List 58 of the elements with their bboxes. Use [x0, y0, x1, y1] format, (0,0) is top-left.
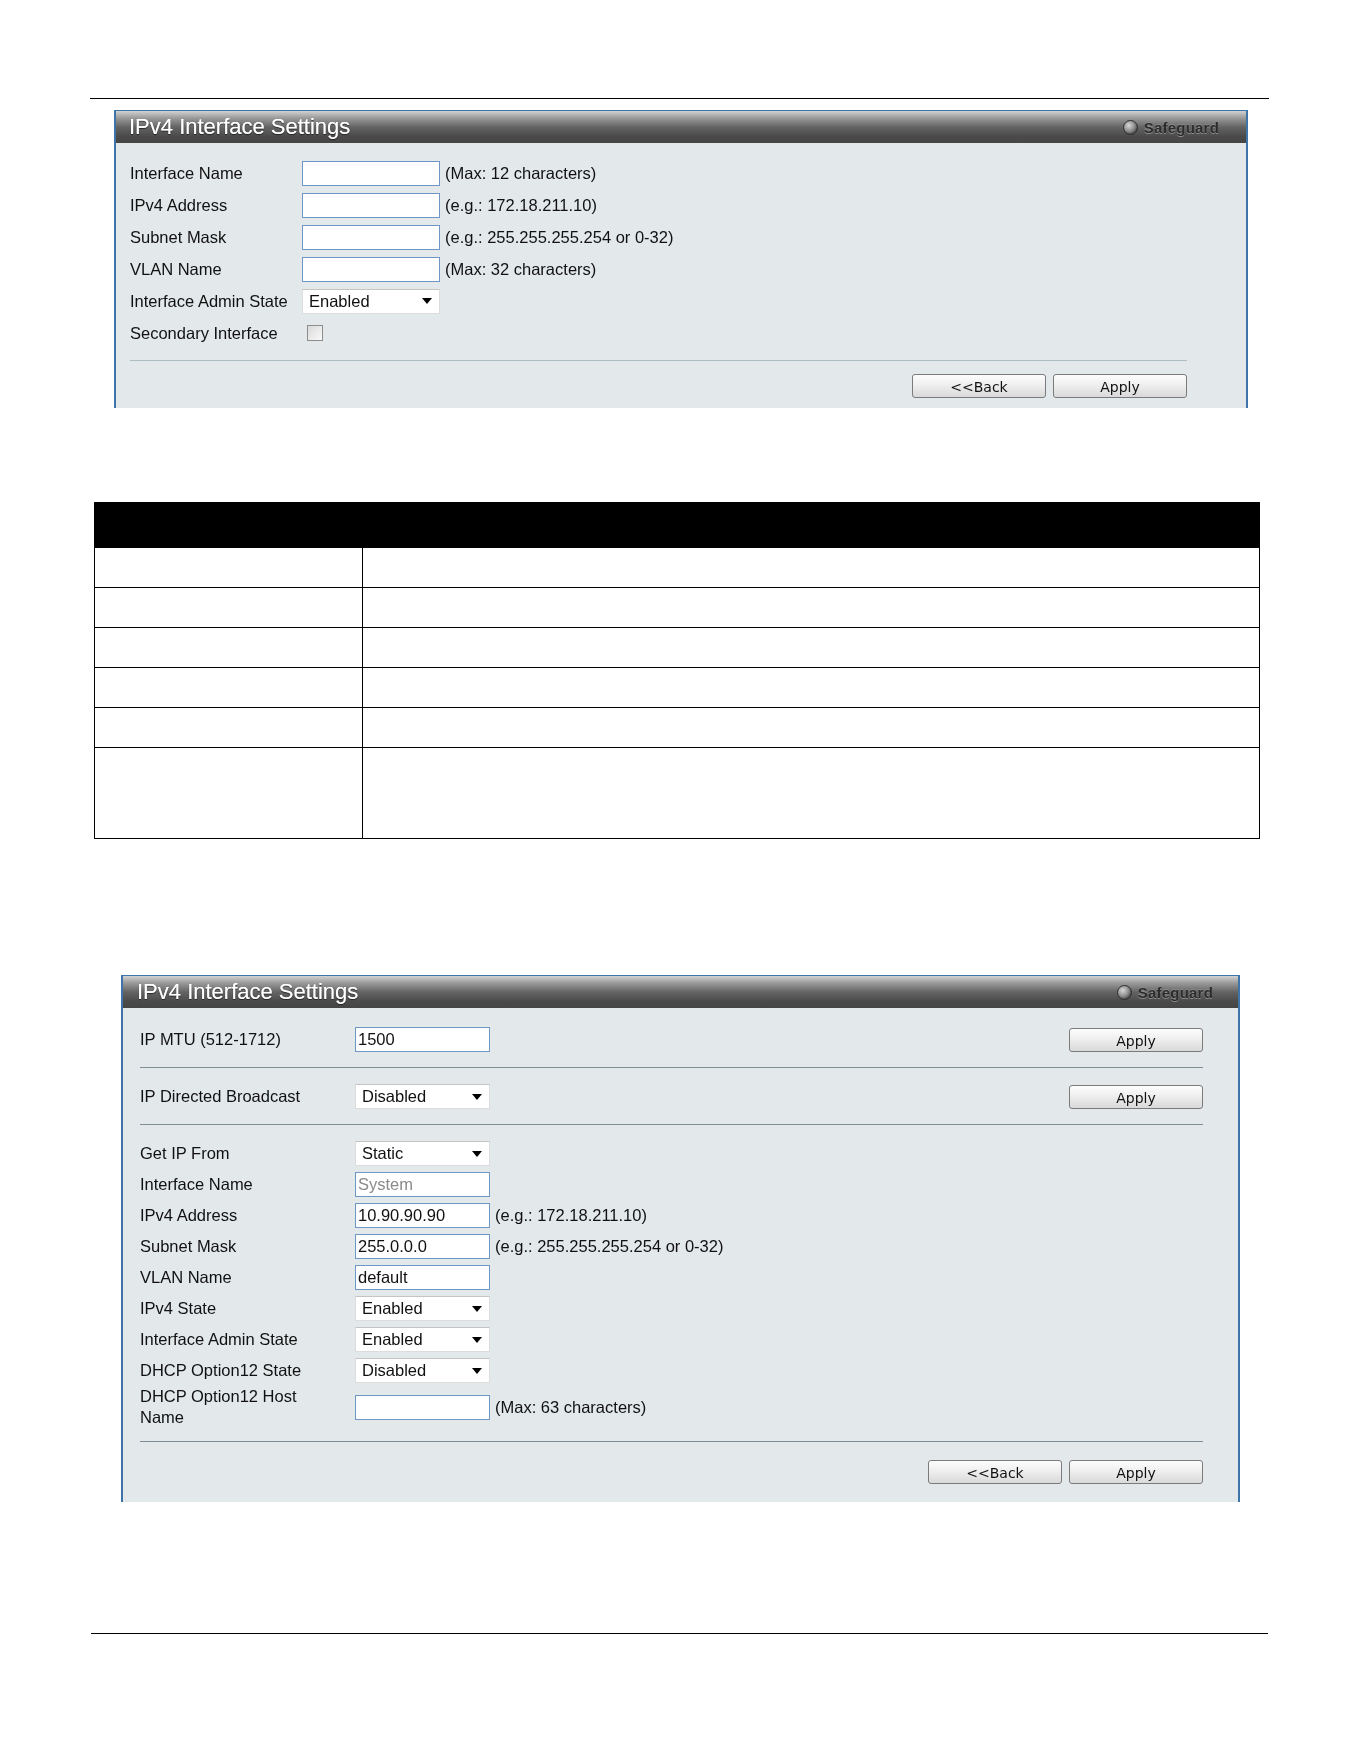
- field-label: Interface Name: [130, 162, 244, 184]
- apply-button[interactable]: Apply: [1069, 1460, 1203, 1484]
- text-field[interactable]: [302, 192, 440, 218]
- hint-text: (e.g.: 255.255.255.254 or 0-32): [445, 226, 674, 248]
- field-label: Subnet Mask: [140, 1236, 238, 1257]
- dropdown[interactable]: Enabled: [302, 288, 440, 314]
- caret-icon: [472, 1305, 482, 1312]
- text-field[interactable]: default: [355, 1265, 490, 1290]
- field-label: Secondary Interface: [130, 322, 279, 344]
- text-field[interactable]: [355, 1394, 490, 1420]
- hint-text: (Max: 63 characters): [495, 1396, 647, 1418]
- text-field[interactable]: [302, 160, 440, 186]
- field-label: Interface Admin State: [130, 290, 289, 312]
- field-label: IPv4 State: [140, 1298, 218, 1319]
- back-button[interactable]: <<Back: [928, 1460, 1062, 1484]
- field-label: Interface Name: [140, 1174, 254, 1195]
- back-button[interactable]: <<Back: [912, 374, 1046, 398]
- text-field[interactable]: 1500: [355, 1027, 490, 1052]
- safeguard-label: Safeguard: [1143, 118, 1219, 136]
- text-field[interactable]: 10.90.90.90: [355, 1203, 490, 1228]
- apply-button[interactable]: Apply: [1053, 374, 1187, 398]
- dropdown[interactable]: Static: [355, 1141, 490, 1166]
- text-field[interactable]: [302, 256, 440, 282]
- dropdown[interactable]: Disabled: [355, 1084, 490, 1109]
- field-label: IP Directed Broadcast: [140, 1086, 302, 1107]
- hint-text: (Max: 32 characters): [445, 258, 597, 280]
- field-label: DHCP Option12 State: [140, 1360, 303, 1381]
- dropdown[interactable]: Enabled: [355, 1327, 490, 1352]
- field-label: Subnet Mask: [130, 226, 228, 248]
- text-field[interactable]: [302, 224, 440, 250]
- field-label: VLAN Name: [130, 258, 223, 280]
- dropdown[interactable]: Disabled: [355, 1358, 490, 1383]
- checkbox[interactable]: [307, 325, 323, 341]
- hint-text: (Max: 12 characters): [445, 162, 597, 184]
- panel-title: IPv4 Interface Settings: [137, 979, 359, 1005]
- field-label: VLAN Name: [140, 1267, 233, 1288]
- hint-text: (e.g.: 172.18.211.10): [445, 194, 597, 216]
- apply-button[interactable]: Apply: [1069, 1027, 1203, 1052]
- caret-icon: [472, 1336, 482, 1343]
- field-label: DHCP Option12 Host Name: [140, 1386, 298, 1428]
- circle-icon: [1116, 984, 1132, 1000]
- caret-icon: [472, 1150, 482, 1157]
- caret-icon: [422, 298, 432, 304]
- circle-icon: [1122, 119, 1138, 135]
- apply-button[interactable]: Apply: [1069, 1084, 1203, 1109]
- hint-text: (e.g.: 255.255.255.254 or 0-32): [495, 1236, 724, 1257]
- field-label: IP MTU (512-1712): [140, 1029, 282, 1050]
- field-label: IPv4 Address: [130, 194, 229, 216]
- safeguard-label: Safeguard: [1137, 983, 1213, 1001]
- text-field[interactable]: 255.0.0.0: [355, 1234, 490, 1259]
- dropdown[interactable]: Enabled: [355, 1296, 490, 1321]
- field-label: Get IP From: [140, 1143, 231, 1164]
- caret-icon: [472, 1093, 482, 1100]
- field-label: IPv4 Address: [140, 1205, 239, 1226]
- hint-text: (e.g.: 172.18.211.10): [495, 1205, 647, 1226]
- field-label: Interface Admin State: [140, 1329, 299, 1350]
- caret-icon: [472, 1367, 482, 1374]
- panel-title: IPv4 Interface Settings: [129, 114, 351, 140]
